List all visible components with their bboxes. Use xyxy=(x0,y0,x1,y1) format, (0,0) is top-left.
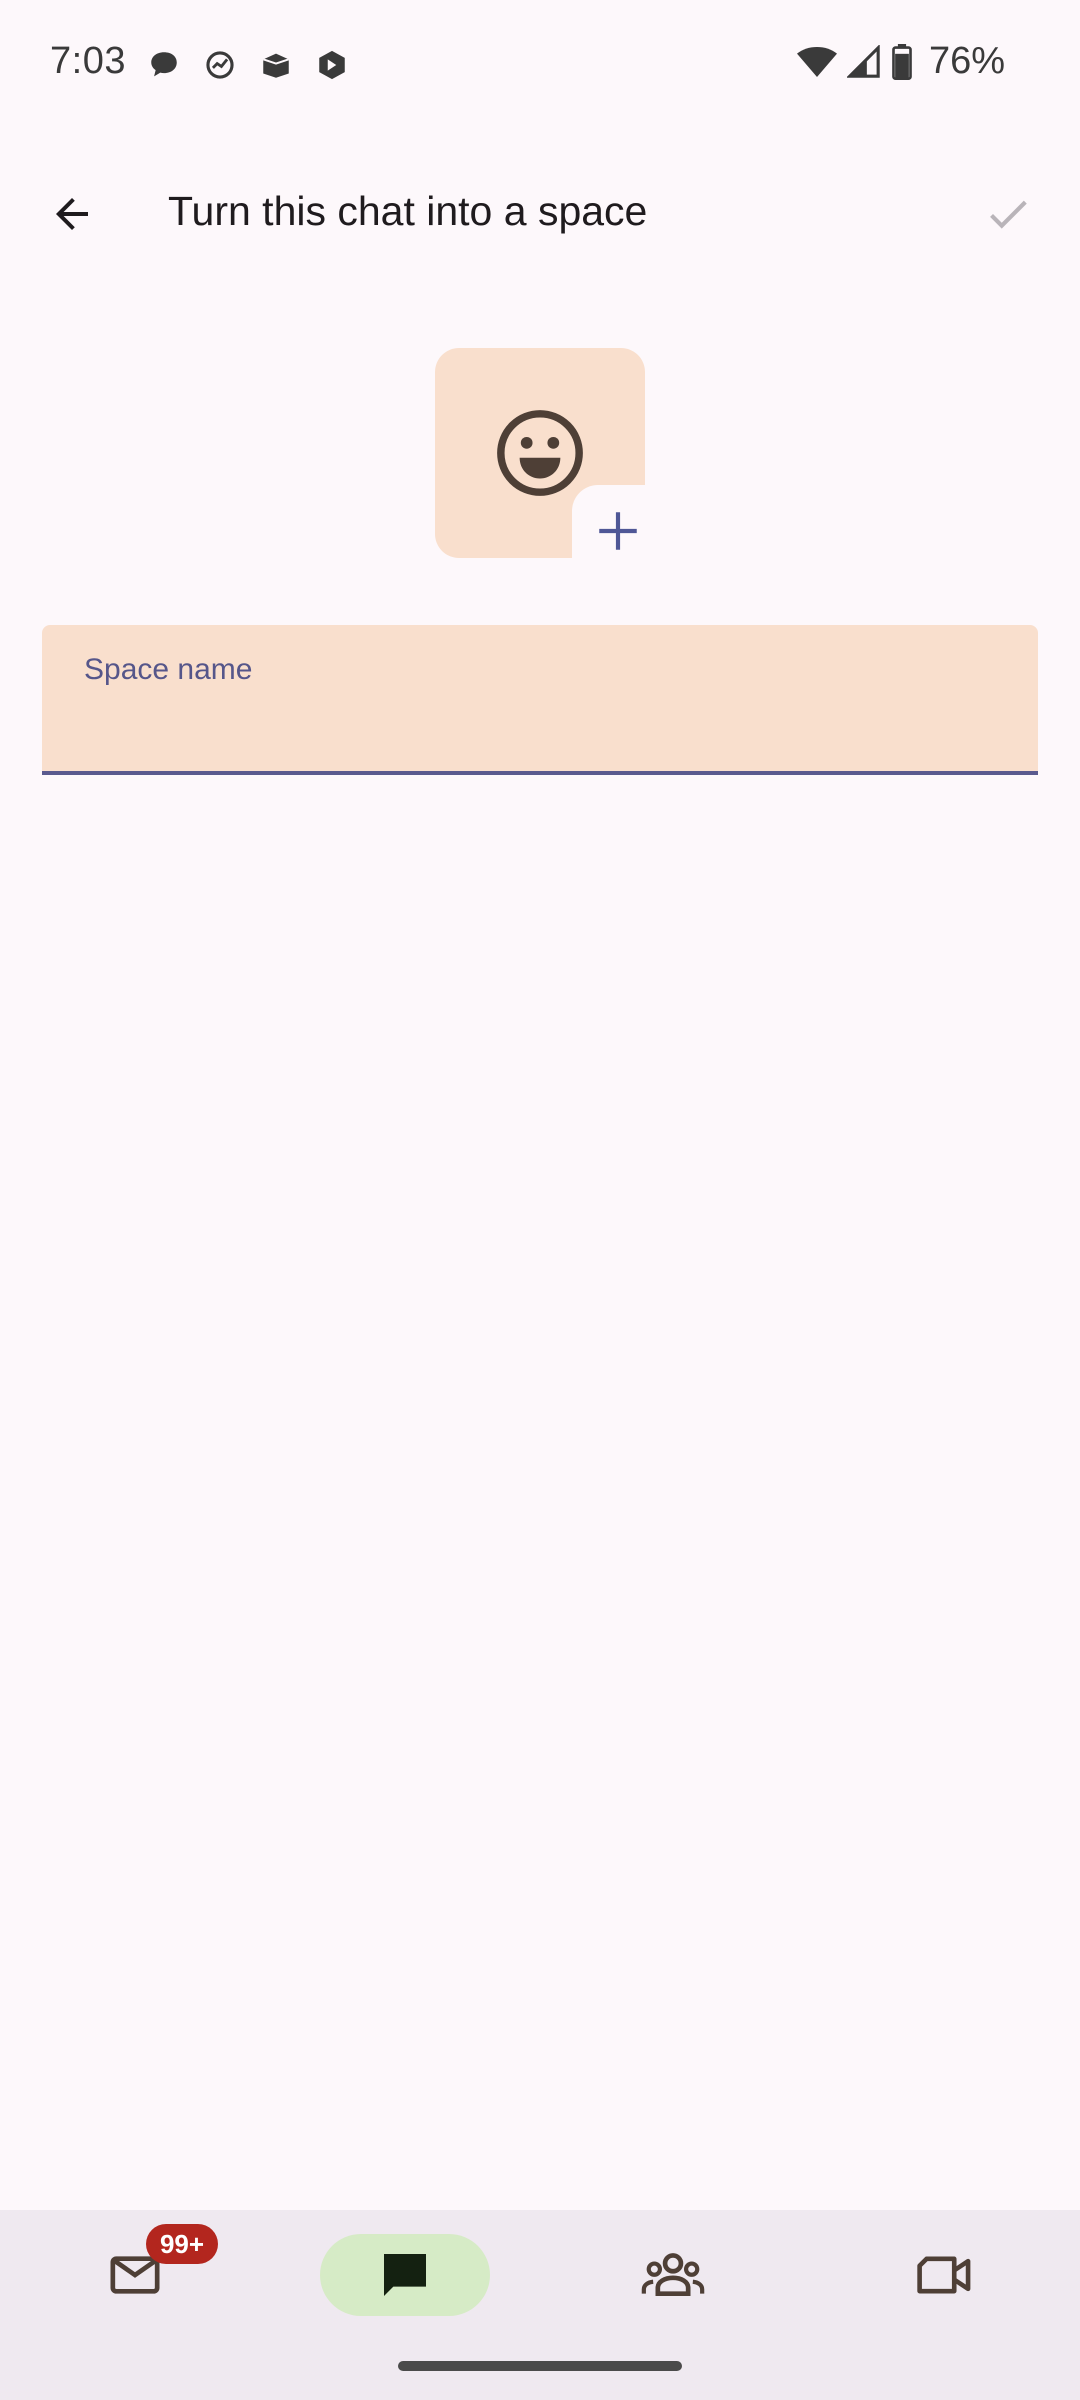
battery-percent: 76% xyxy=(928,40,1005,82)
status-time: 7:03 xyxy=(50,40,126,82)
battery-icon xyxy=(891,43,913,81)
home-indicator[interactable] xyxy=(398,2361,682,2371)
chat-icon xyxy=(384,2254,426,2296)
smiley-face-icon xyxy=(497,410,583,496)
space-name-label: Space name xyxy=(84,653,253,686)
add-avatar-button[interactable] xyxy=(572,485,654,567)
chat-bubble-icon xyxy=(145,46,183,84)
status-bar: 7:03 76% xyxy=(0,0,1080,130)
check-icon xyxy=(990,200,1027,229)
space-name-field[interactable]: Space name xyxy=(42,625,1038,775)
nav-item-meet[interactable] xyxy=(870,2234,1020,2316)
plus-icon xyxy=(599,512,637,550)
space-name-input[interactable] xyxy=(84,701,984,751)
video-icon xyxy=(917,2256,971,2294)
nav-item-mail[interactable]: 99+ xyxy=(60,2224,218,2316)
page-title: Turn this chat into a space xyxy=(168,188,648,234)
nav-item-spaces[interactable] xyxy=(598,2234,748,2316)
confirm-button[interactable] xyxy=(966,172,1050,256)
back-button[interactable] xyxy=(30,172,114,256)
people-icon xyxy=(641,2253,705,2296)
app-bar: Turn this chat into a space xyxy=(0,150,1080,274)
mail-unread-badge: 99+ xyxy=(146,2224,218,2264)
space-avatar-picker[interactable] xyxy=(435,348,654,567)
nav-item-chat[interactable] xyxy=(320,2234,490,2316)
arrow-back-icon xyxy=(56,198,88,230)
screen: 7:03 76% Turn this chat into a space Spa… xyxy=(0,0,1080,2400)
signal-icon xyxy=(846,43,881,81)
status-right: 76% xyxy=(796,40,1005,83)
wifi-icon xyxy=(796,43,837,81)
bottom-navigation: 99+ xyxy=(0,2210,1080,2400)
activity-icon xyxy=(201,46,239,84)
notification-icons xyxy=(145,46,351,84)
hexagon-app-icon xyxy=(313,46,351,84)
archive-box-icon xyxy=(257,46,295,84)
